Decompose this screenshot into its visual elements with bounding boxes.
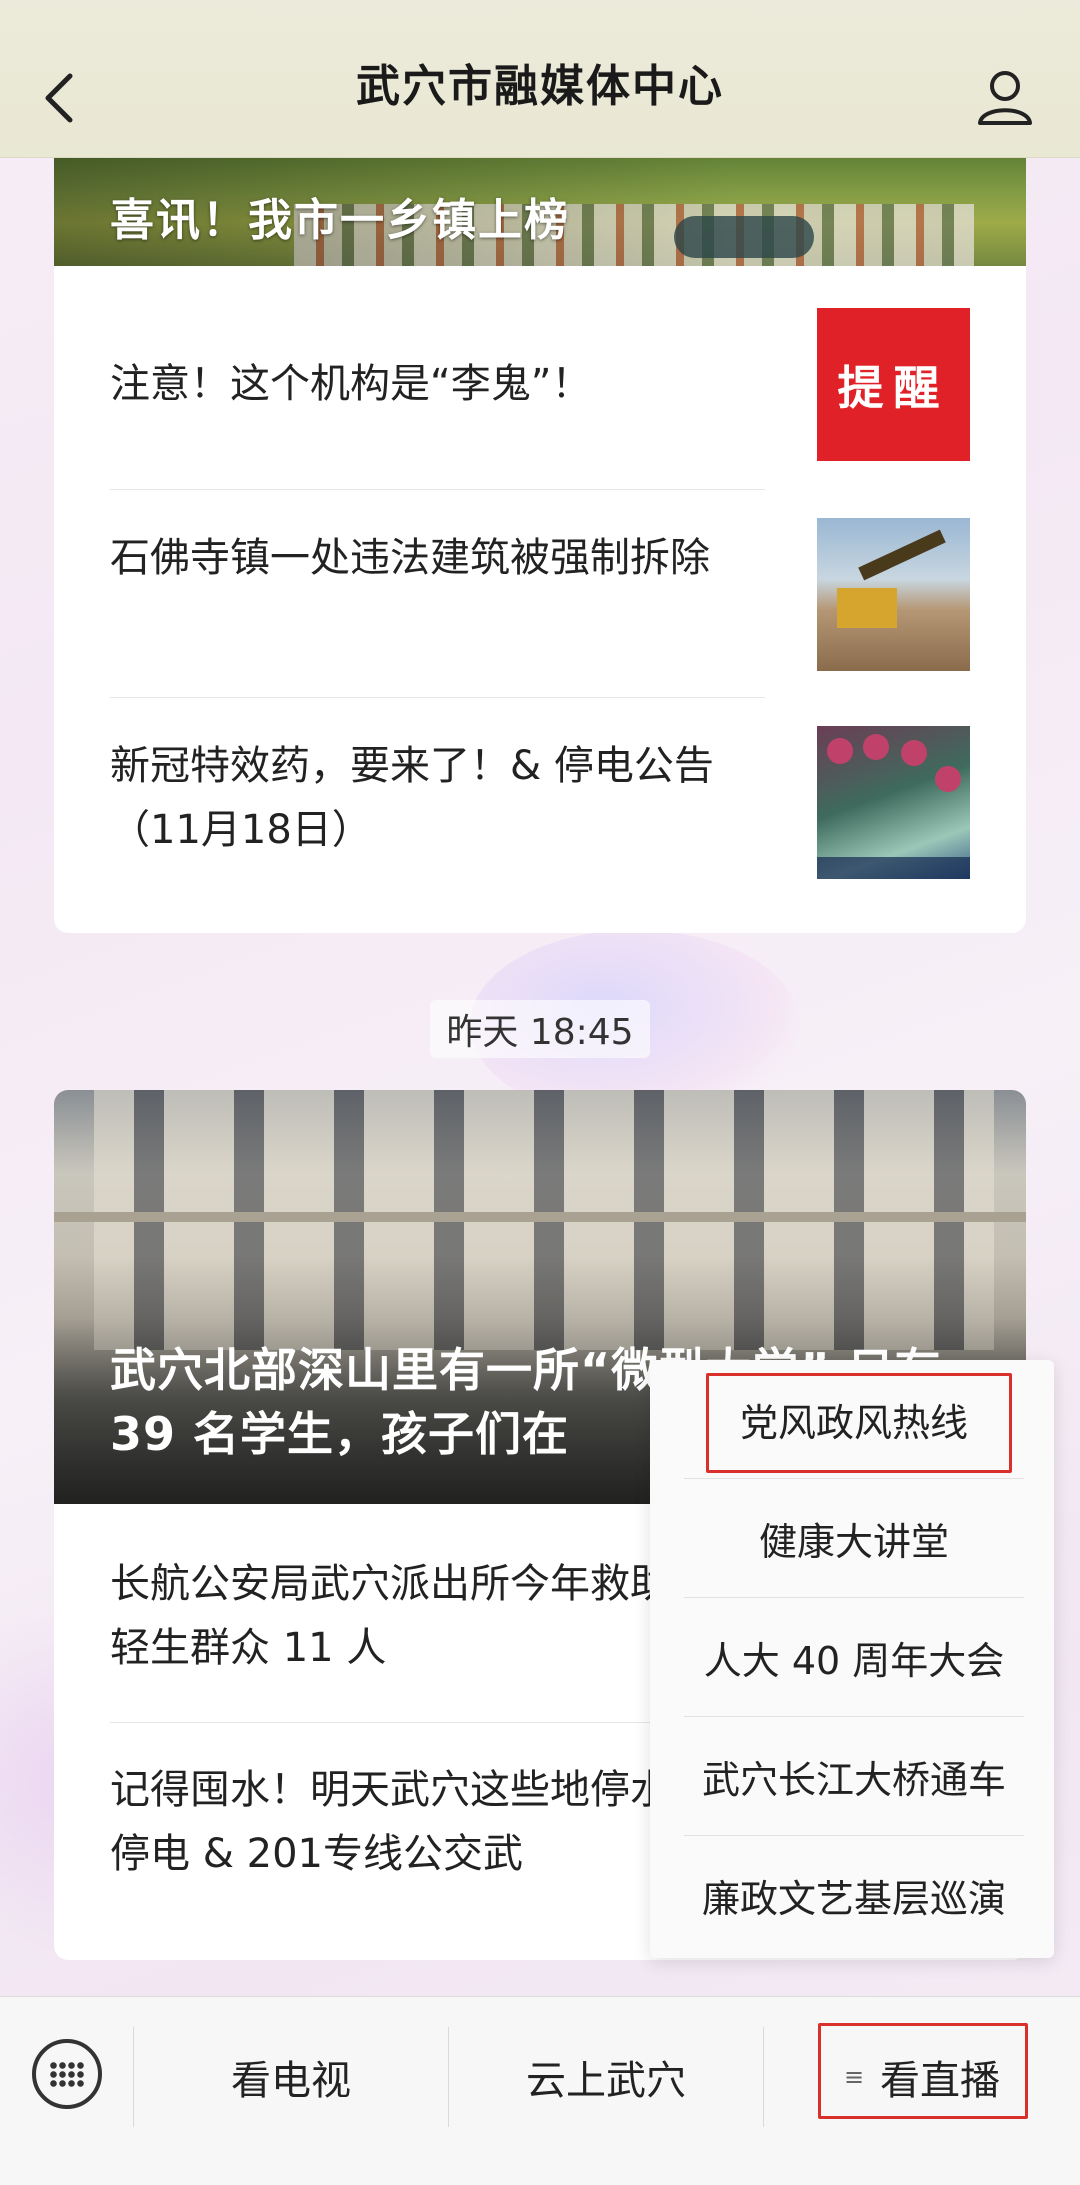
back-icon[interactable]	[40, 72, 84, 124]
menu-item-health-lecture[interactable]: 健康大讲堂	[684, 1479, 1024, 1597]
live-submenu: 党风政风热线 健康大讲堂 人大 40 周年大会 武穴长江大桥通车 廉政文艺基层巡…	[650, 1360, 1054, 1958]
thumbnail-label: 提醒	[837, 360, 950, 415]
list-item[interactable]: 注意！这个机构是“李鬼”！ 提醒	[110, 308, 970, 461]
divider	[110, 697, 765, 698]
list-item[interactable]: 石佛寺镇一处违法建筑被强制拆除	[110, 518, 970, 671]
menu-item-npc-anniversary[interactable]: 人大 40 周年大会	[684, 1598, 1024, 1716]
profile-icon[interactable]	[976, 68, 1034, 126]
list-item[interactable]: 新冠特效药，要来了！& 停电公告（11月18日）	[110, 726, 970, 879]
nav-watch-tv[interactable]: 看电视	[134, 2027, 448, 2127]
keyboard-icon[interactable]	[32, 2039, 102, 2109]
list-item-title: 长航公安局武穴派出所今年救助轻生群众 11 人	[110, 1561, 670, 1671]
divider	[110, 489, 765, 490]
menu-item-party-hotline[interactable]: 党风政风热线	[684, 1360, 1024, 1478]
page-title: 武穴市融媒体中心	[356, 60, 724, 112]
banner-title: 喜讯！我市一乡镇上榜	[110, 195, 570, 246]
list-item-thumbnail	[817, 726, 970, 879]
menu-item-bridge-opening[interactable]: 武穴长江大桥通车	[684, 1717, 1024, 1835]
list-item-title: 石佛寺镇一处违法建筑被强制拆除	[110, 535, 710, 581]
timestamp: 昨天 18:45	[430, 1000, 650, 1058]
list-item-thumbnail	[817, 518, 970, 671]
top-bar: 武穴市融媒体中心	[0, 0, 1080, 158]
banner-article[interactable]: 喜讯！我市一乡镇上榜	[54, 158, 1026, 266]
list-item-title: 记得囤水！明天武穴这些地停水停电 & 201专线公交武	[110, 1767, 670, 1877]
list-item-title: 新冠特效药，要来了！& 停电公告（11月18日）	[110, 743, 714, 853]
banner-image-detail	[674, 216, 814, 258]
nav-cloud-wuxue[interactable]: 云上武穴	[449, 2027, 763, 2127]
list-item-title: 注意！这个机构是“李鬼”！	[110, 361, 592, 407]
bottom-menu-bar: 看电视 云上武穴 ≡ 看直播	[0, 1996, 1080, 2185]
list-item-thumbnail: 提醒	[817, 308, 970, 461]
highlight-box	[818, 2023, 1028, 2119]
menu-item-integrity-tour[interactable]: 廉政文艺基层巡演	[684, 1836, 1024, 1954]
article-card-1: 喜讯！我市一乡镇上榜 注意！这个机构是“李鬼”！ 提醒 石佛寺镇一处违法建筑被强…	[54, 158, 1026, 933]
